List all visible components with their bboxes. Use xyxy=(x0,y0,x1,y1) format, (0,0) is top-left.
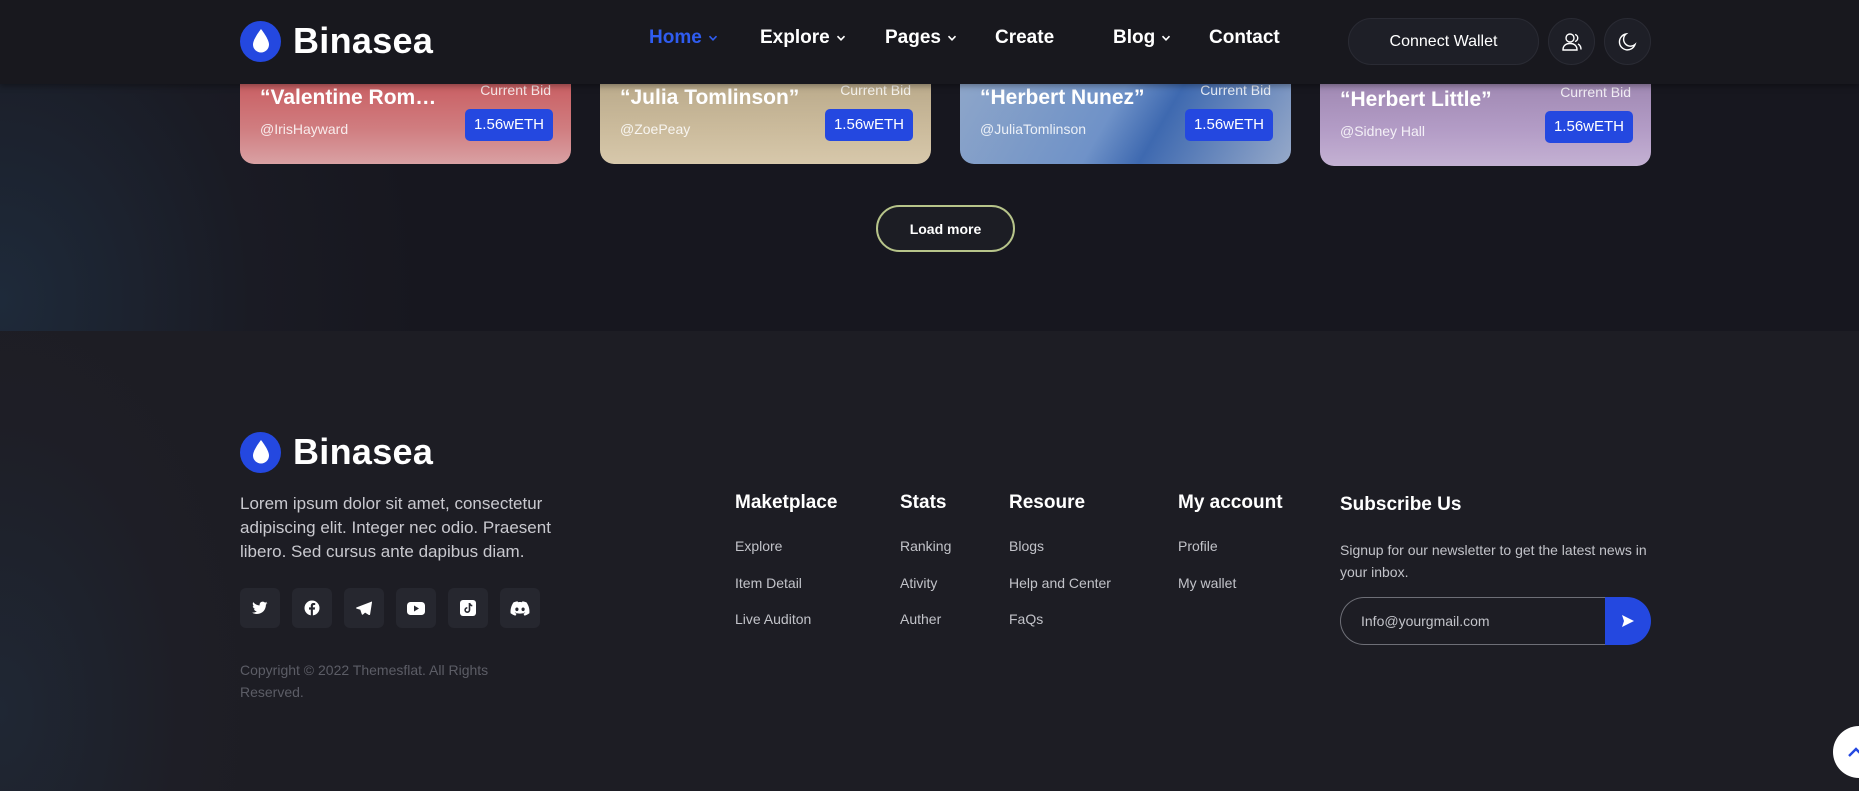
footer-link[interactable]: Blogs xyxy=(1009,537,1111,574)
footer-link[interactable]: Profile xyxy=(1178,537,1283,574)
copyright-text: Copyright © 2022 Themesflat. All Rights … xyxy=(240,662,489,700)
subscribe-form xyxy=(1340,597,1651,645)
nft-title[interactable]: “Valentine Romer… xyxy=(260,86,445,110)
footer-link[interactable]: My wallet xyxy=(1178,574,1283,611)
nft-card[interactable]: “Herbert Little” @Sidney Hall Current Bi… xyxy=(1320,76,1651,166)
footer-link[interactable]: Explore xyxy=(735,537,837,574)
column-title: Resoure xyxy=(1009,492,1086,513)
user-button[interactable] xyxy=(1548,18,1595,65)
link-list: Blogs Help and Center FaQs xyxy=(1009,537,1111,647)
nav-contact[interactable]: Contact xyxy=(1209,27,1280,49)
discord-link[interactable] xyxy=(500,588,540,628)
connect-wallet-button[interactable]: Connect Wallet xyxy=(1348,18,1539,65)
current-bid-label: Current Bid xyxy=(480,82,551,98)
footer-logo[interactable]: Binasea xyxy=(240,431,433,473)
users-icon xyxy=(1561,32,1582,51)
footer-link[interactable]: Live Auditon xyxy=(735,610,837,647)
brand-name: Binasea xyxy=(293,431,434,472)
header-logo[interactable]: Binasea xyxy=(240,20,433,62)
nav-blog[interactable]: Blog xyxy=(1113,27,1171,49)
footer-link[interactable]: Ranking xyxy=(900,537,951,574)
nav-create[interactable]: Create xyxy=(995,27,1054,49)
column-title: Stats xyxy=(900,492,947,513)
facebook-icon xyxy=(304,600,320,616)
link-list: Profile My wallet xyxy=(1178,537,1283,610)
column-title: My account xyxy=(1178,492,1283,513)
footer-column-marketplace: Maketplace Explore Item Detail Live Audi… xyxy=(735,492,837,647)
send-icon xyxy=(1622,615,1634,627)
current-bid-label: Current Bid xyxy=(1200,82,1271,98)
current-bid-label: Current Bid xyxy=(1560,84,1631,100)
nav-label: Home xyxy=(649,27,702,48)
load-more-button[interactable]: Load more xyxy=(876,205,1015,252)
price-badge: 1.56wETH xyxy=(1544,111,1633,143)
twitter-link[interactable] xyxy=(240,588,280,628)
youtube-icon xyxy=(407,601,425,615)
link-list: Ranking Ativity Auther xyxy=(900,537,951,647)
chevron-down-icon xyxy=(947,35,957,41)
nft-title[interactable]: “Julia Tomlinson” xyxy=(620,86,805,110)
nav-label: Create xyxy=(995,27,1055,48)
price-badge: 1.56wETH xyxy=(1184,109,1273,141)
telegram-link[interactable] xyxy=(344,588,384,628)
chevron-up-icon xyxy=(1848,747,1859,757)
chevron-down-icon xyxy=(1162,35,1171,41)
chevron-down-icon xyxy=(836,35,845,41)
nft-creator[interactable]: @IrisHayward xyxy=(260,121,348,137)
droplet-icon xyxy=(240,431,281,473)
nav-home[interactable]: Home xyxy=(649,27,718,49)
current-bid-label: Current Bid xyxy=(840,82,911,98)
footer-description: Lorem ipsum dolor sit amet, consectetur … xyxy=(240,494,551,561)
link-list: Explore Item Detail Live Auditon xyxy=(735,537,837,647)
nav-label: Pages xyxy=(885,27,941,48)
nft-card[interactable]: “Julia Tomlinson” @ZoePeay Current Bid 1… xyxy=(600,76,931,164)
brand-name: Binasea xyxy=(293,20,434,61)
site-header: Binasea Home Explore Pages Create Blog C… xyxy=(0,0,1859,84)
nav-label: Blog xyxy=(1113,27,1156,48)
nft-title[interactable]: “Herbert Little” xyxy=(1340,88,1525,112)
nav-label: Explore xyxy=(760,27,830,48)
nav-label: Contact xyxy=(1209,27,1280,48)
facebook-link[interactable] xyxy=(292,588,332,628)
nav-explore[interactable]: Explore xyxy=(760,27,846,49)
tiktok-icon xyxy=(460,600,476,616)
footer-link[interactable]: Ativity xyxy=(900,574,951,611)
footer-link[interactable]: Help and Center xyxy=(1009,574,1111,611)
nav-pages[interactable]: Pages xyxy=(885,27,957,49)
nft-creator[interactable]: @JuliaTomlinson xyxy=(980,121,1086,137)
footer-link[interactable]: Item Detail xyxy=(735,574,837,611)
nft-card[interactable]: “Herbert Nunez” @JuliaTomlinson Current … xyxy=(960,76,1291,164)
nft-creator[interactable]: @Sidney Hall xyxy=(1340,123,1425,139)
discord-icon xyxy=(510,600,530,616)
subscribe-button[interactable] xyxy=(1605,597,1651,645)
theme-toggle-button[interactable] xyxy=(1604,18,1651,65)
price-badge: 1.56wETH xyxy=(824,109,913,141)
moon-icon xyxy=(1618,32,1637,51)
youtube-link[interactable] xyxy=(396,588,436,628)
footer-link[interactable]: Auther xyxy=(900,610,951,647)
nft-creator[interactable]: @ZoePeay xyxy=(620,121,690,137)
subscribe-title: Subscribe Us xyxy=(1340,494,1462,515)
social-links xyxy=(240,588,540,628)
telegram-icon xyxy=(356,601,372,615)
nft-title[interactable]: “Herbert Nunez” xyxy=(980,86,1165,110)
droplet-icon xyxy=(240,20,281,62)
twitter-icon xyxy=(252,601,268,614)
subscribe-section: Subscribe Us Signup for our newsletter t… xyxy=(1340,494,1650,583)
column-title: Maketplace xyxy=(735,492,838,513)
footer-column-resource: Resoure Blogs Help and Center FaQs xyxy=(1009,492,1111,647)
nft-card[interactable]: “Valentine Romer… @IrisHayward Current B… xyxy=(240,76,571,164)
price-badge: 1.56wETH xyxy=(464,109,553,141)
footer-link[interactable]: FaQs xyxy=(1009,610,1111,647)
tiktok-link[interactable] xyxy=(448,588,488,628)
footer-column-account: My account Profile My wallet xyxy=(1178,492,1283,610)
subscribe-text: Signup for our newsletter to get the lat… xyxy=(1340,542,1647,580)
chevron-down-icon xyxy=(708,35,717,41)
email-input[interactable] xyxy=(1340,597,1608,645)
footer-column-stats: Stats Ranking Ativity Auther xyxy=(900,492,951,647)
